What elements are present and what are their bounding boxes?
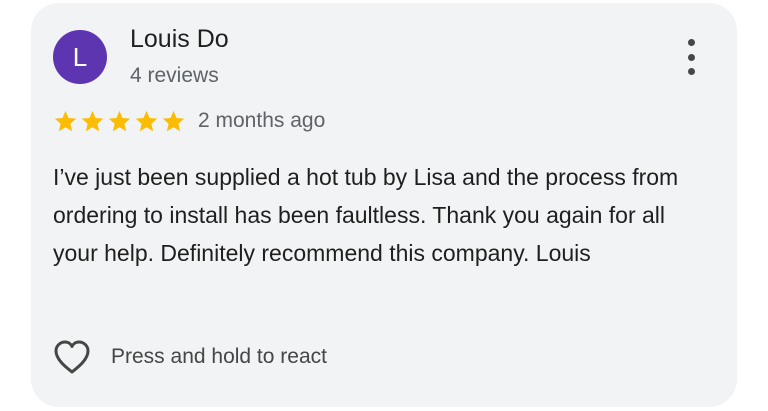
react-label: Press and hold to react [111, 345, 327, 368]
review-text: I’ve just been supplied a hot tub by Lis… [53, 164, 679, 266]
more-vert-icon-dot [687, 53, 695, 61]
star-icon [81, 110, 104, 131]
star-icon [108, 110, 131, 131]
star-icon [135, 110, 158, 131]
review-time: 2 months ago [198, 109, 326, 132]
heart-outline-icon[interactable] [53, 339, 91, 375]
review-count: 4 reviews [130, 64, 219, 87]
reviewer-name[interactable]: Louis Do [130, 25, 229, 54]
review-card: L Louis Do 4 reviews 2 months ago I’ve j… [31, 3, 737, 407]
rating-row: 2 months ago [53, 107, 325, 135]
more-vert-icon [687, 39, 695, 46]
star-icon [54, 110, 77, 131]
star-icon [162, 110, 185, 131]
more-options-button[interactable] [679, 37, 703, 77]
react-button[interactable]: Press and hold to react [53, 337, 327, 377]
more-vert-icon-dot [687, 68, 695, 75]
avatar[interactable]: L [53, 30, 107, 84]
star-rating [53, 109, 186, 134]
